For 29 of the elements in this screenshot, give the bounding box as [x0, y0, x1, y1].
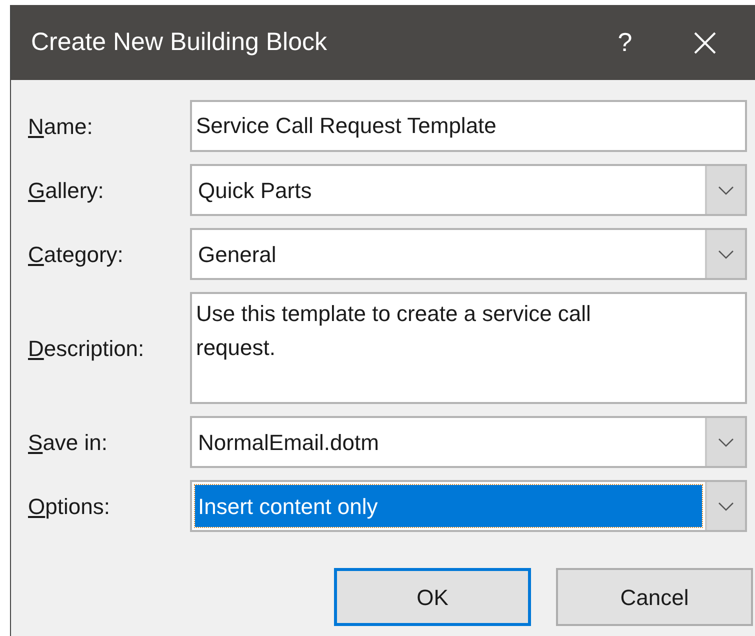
field-label: Name: [28, 112, 94, 140]
help-button[interactable]: ? [595, 12, 655, 72]
dropdown-field[interactable]: NormalEmail.dotm [190, 416, 747, 468]
field-label: Category: [28, 240, 124, 269]
window-title: Create New Building Block [31, 26, 328, 58]
cancel-button[interactable]: Cancel [556, 568, 753, 626]
dropdown-field[interactable]: Insert content only [190, 480, 747, 532]
description-field[interactable]: Use this template to create a service call request. [190, 292, 747, 404]
chevron-down-icon [718, 250, 734, 258]
dropdown-button[interactable] [705, 230, 745, 278]
chevron-down-icon [718, 186, 734, 194]
dropdown-button[interactable] [705, 166, 745, 214]
dropdown-button[interactable] [705, 418, 745, 466]
selected-value: General [197, 240, 278, 268]
dropdown-field[interactable]: Quick Parts [190, 164, 747, 216]
dropdown-button[interactable] [705, 482, 745, 530]
field-label: Gallery: [28, 176, 105, 205]
selected-value: Quick Parts [197, 176, 313, 204]
dropdown-field[interactable]: General [190, 228, 747, 280]
chevron-down-icon [718, 438, 734, 446]
chevron-down-icon [718, 502, 734, 510]
field-label: Description: [28, 334, 146, 363]
close-icon [693, 30, 717, 54]
field-label: Options: [28, 492, 111, 521]
selected-value: NormalEmail.dotm [197, 428, 380, 456]
name-field[interactable]: Service Call Request Template [190, 100, 747, 152]
field-label: Save in: [28, 428, 109, 456]
selected-value: Insert content only [195, 485, 702, 527]
ok-button[interactable]: OK [334, 568, 531, 626]
